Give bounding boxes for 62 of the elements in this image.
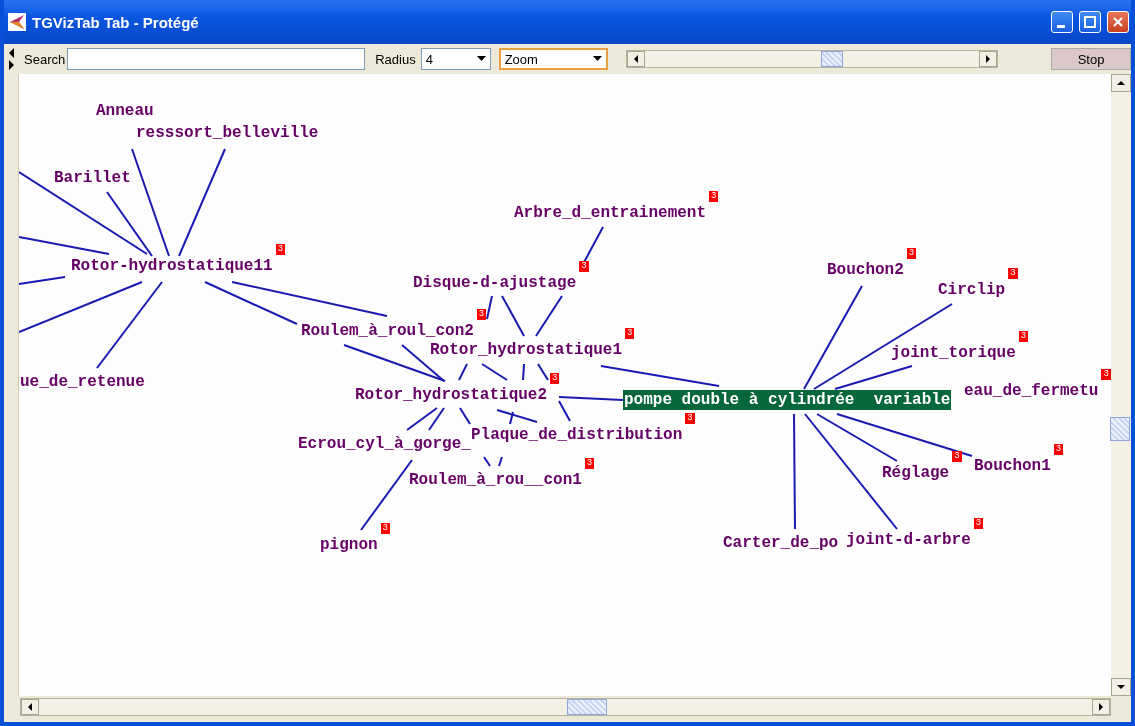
node-count-badge: 3: [1018, 331, 1029, 342]
node-label[interactable]: Disque-d-ajustage: [412, 273, 578, 293]
node-label[interactable]: Barillet: [53, 168, 132, 188]
vertical-scrollbar[interactable]: [1111, 74, 1131, 696]
node-label[interactable]: Rotor_hydrostatique1: [429, 340, 624, 360]
mode-dropdown[interactable]: Zoom: [498, 48, 608, 70]
node-count-badge: 3: [952, 451, 962, 462]
minimize-button[interactable]: [1051, 11, 1073, 33]
stop-button[interactable]: Stop: [1051, 48, 1131, 70]
node-count-badge: 3: [973, 518, 984, 529]
slider-thumb[interactable]: [820, 51, 843, 67]
scrollbar-thumb[interactable]: [1110, 417, 1130, 441]
node-count-badge: 3: [579, 261, 589, 272]
node-label[interactable]: resssort_belleville: [135, 123, 320, 143]
node-count-badge: 3: [380, 523, 390, 534]
node-label[interactable]: eau_de_fermetu: [963, 381, 1100, 401]
radius-label: Radius: [375, 51, 416, 67]
search-field[interactable]: [67, 48, 366, 70]
node-label[interactable]: Rotor-hydrostatique11: [70, 256, 274, 276]
node-label[interactable]: Bouchon1: [973, 456, 1052, 476]
node-count-badge: 3: [1053, 444, 1064, 455]
node-count-badge: 3: [1101, 369, 1111, 380]
node-label[interactable]: Anneau: [95, 101, 155, 121]
node-count-badge: 3: [275, 244, 286, 255]
node-label[interactable]: Circlip: [937, 280, 1007, 300]
maximize-icon: [1084, 16, 1096, 28]
node-label[interactable]: Arbre_d_entrainement: [513, 203, 708, 223]
node-count-badge: 3: [584, 458, 595, 469]
maximize-button[interactable]: [1079, 11, 1101, 33]
selected-node-label[interactable]: pompe double à cylindrée variable: [623, 390, 952, 410]
window-title: TGVizTab Tab - Protégé: [32, 13, 200, 31]
node-label[interactable]: ue_de_retenue: [19, 372, 146, 392]
horizontal-scrollbar[interactable]: [20, 698, 1111, 716]
scrollbar-thumb[interactable]: [566, 699, 607, 715]
zoom-slider[interactable]: [625, 50, 998, 68]
node-label[interactable]: Plaque_de_distribution: [470, 425, 684, 445]
node-label[interactable]: Roulem_à_rou__con1: [408, 470, 583, 490]
node-label[interactable]: Rotor_hydrostatique2: [354, 385, 549, 405]
node-label[interactable]: joint-d-arbre: [845, 530, 972, 550]
node-count-badge: 3: [709, 191, 719, 202]
node-label[interactable]: Bouchon2: [826, 260, 905, 280]
search-label: Search: [24, 51, 66, 67]
node-count-badge: 3: [1008, 268, 1018, 279]
node-label[interactable]: Ecrou_cyl_à_gorge_: [297, 434, 472, 454]
node-label[interactable]: Carter_de_po: [722, 533, 840, 553]
app-logo-icon: [8, 13, 26, 31]
node-count-badge: 3: [906, 248, 917, 259]
node-count-badge: 3: [550, 373, 560, 384]
node-label[interactable]: joint_torique: [890, 343, 1017, 363]
close-button[interactable]: [1107, 11, 1129, 33]
minimize-icon: [1057, 24, 1065, 28]
close-icon: [1112, 16, 1124, 28]
node-count-badge: 3: [625, 328, 635, 339]
dropdown-caret-icon: [592, 56, 602, 62]
node-count-badge: 3: [476, 309, 487, 320]
node-label[interactable]: Roulem_à_roul_con2: [300, 321, 475, 341]
toolbar-grip-icon[interactable]: [8, 46, 16, 72]
radius-dropdown[interactable]: 4: [420, 48, 491, 70]
dropdown-caret-icon: [476, 56, 486, 62]
node-label[interactable]: pignon: [319, 535, 379, 555]
node-label[interactable]: Réglage: [881, 463, 951, 483]
node-count-badge: 3: [685, 413, 695, 424]
